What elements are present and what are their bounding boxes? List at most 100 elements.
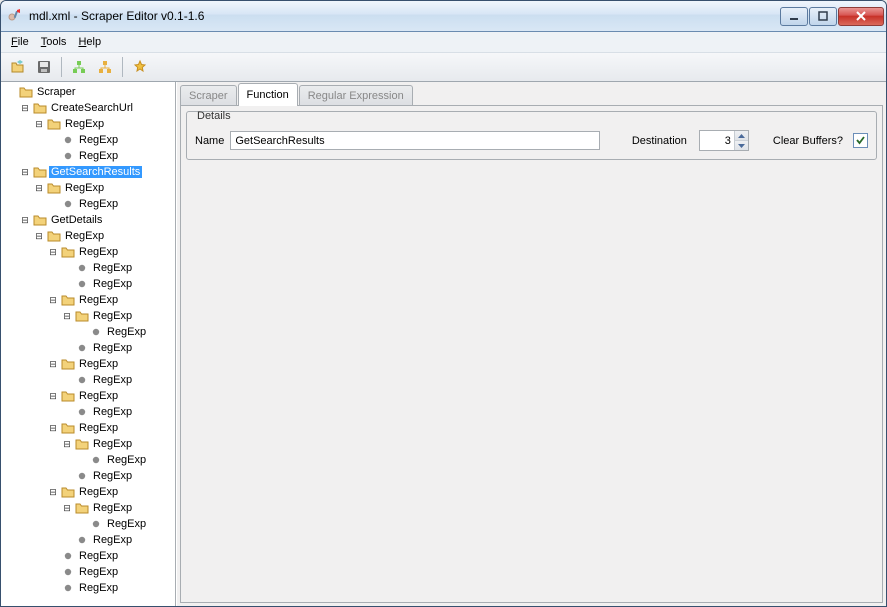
tree-item-regexp-leaf[interactable]: RegExp — [47, 548, 175, 564]
tree-item-regexp-leaf[interactable]: RegExp — [75, 452, 175, 468]
tree-panel[interactable]: Scraper⊟CreateSearchUrl⊟RegExpRegExpRegE… — [1, 82, 176, 606]
tree-expand-button[interactable] — [67, 55, 91, 79]
tree-item-regexp-leaf[interactable]: RegExp — [75, 516, 175, 532]
tree-item-regexp-leaf[interactable]: RegExp — [61, 468, 175, 484]
collapse-icon[interactable]: ⊟ — [47, 422, 59, 434]
tree-label: RegExp — [77, 294, 120, 306]
tree-item-regexp-leaf[interactable]: RegExp — [61, 340, 175, 356]
tree-item-regexp-leaf[interactable]: RegExp — [75, 324, 175, 340]
tree-item-regexp[interactable]: ⊟RegExp — [47, 356, 175, 372]
tree-label: RegExp — [77, 422, 120, 434]
menu-help[interactable]: Help — [72, 34, 107, 50]
tree-root[interactable]: Scraper — [5, 84, 175, 100]
tree-item-regexp-leaf[interactable]: RegExp — [47, 196, 175, 212]
folder-icon — [61, 485, 75, 499]
tree-item-regexp-leaf[interactable]: RegExp — [61, 404, 175, 420]
node-icon — [75, 261, 89, 275]
folder-icon — [47, 229, 61, 243]
collapse-icon[interactable]: ⊟ — [47, 294, 59, 306]
spinner-down[interactable] — [734, 141, 748, 150]
tab-scraper[interactable]: Scraper — [180, 85, 237, 106]
tree-item-regexp-leaf[interactable]: RegExp — [47, 132, 175, 148]
tree-label: RegExp — [77, 150, 120, 162]
tree-label: RegExp — [77, 198, 120, 210]
tree-item-regexp[interactable]: ⊟RegExp — [33, 180, 175, 196]
tree-item-regexp-leaf[interactable]: RegExp — [61, 276, 175, 292]
tree-label: Scraper — [35, 86, 78, 98]
node-icon — [61, 581, 75, 595]
tab-function[interactable]: Function — [238, 83, 298, 106]
toolbar-separator — [122, 57, 123, 77]
folder-icon — [75, 501, 89, 515]
tree-item-getsearchresults[interactable]: ⊟GetSearchResults — [19, 164, 175, 180]
tree-item-regexp[interactable]: ⊟ RegExp — [47, 244, 175, 260]
tree-label: RegExp — [77, 246, 120, 258]
tree-item-regexp[interactable]: ⊟RegExp — [61, 500, 175, 516]
close-button[interactable] — [838, 7, 884, 26]
tree-label: RegExp — [77, 486, 120, 498]
tree-item-createsearchurl[interactable]: ⊟CreateSearchUrl — [19, 100, 175, 116]
star-button[interactable] — [128, 55, 152, 79]
tab-regex[interactable]: Regular Expression — [299, 85, 413, 106]
tree-label: RegExp — [91, 534, 134, 546]
tab-page-function: Details Name Destination — [180, 105, 883, 603]
app-icon — [7, 8, 23, 24]
destination-value[interactable] — [700, 132, 734, 149]
tree-item-regexp-leaf[interactable]: RegExp — [61, 260, 175, 276]
menu-file[interactable]: File — [5, 34, 35, 50]
folder-icon — [47, 117, 61, 131]
minimize-button[interactable] — [780, 7, 808, 26]
maximize-button[interactable] — [809, 7, 837, 26]
save-button[interactable] — [32, 55, 56, 79]
tree-label: RegExp — [105, 326, 148, 338]
collapse-icon[interactable]: ⊟ — [47, 358, 59, 370]
collapse-icon[interactable]: ⊟ — [47, 390, 59, 402]
node-icon — [75, 341, 89, 355]
collapse-icon[interactable]: ⊟ — [19, 214, 31, 226]
tree-item-regexp-leaf[interactable]: RegExp — [47, 580, 175, 596]
menu-tools[interactable]: Tools — [35, 34, 73, 50]
tree-item-regexp[interactable]: ⊟ RegExp — [47, 292, 175, 308]
open-button[interactable] — [6, 55, 30, 79]
tree-collapse-button[interactable] — [93, 55, 117, 79]
collapse-icon[interactable]: ⊟ — [47, 486, 59, 498]
tree-item-regexp[interactable]: ⊟ RegExp — [47, 484, 175, 500]
collapse-icon[interactable]: ⊟ — [61, 310, 73, 322]
titlebar[interactable]: mdl.xml - Scraper Editor v0.1-1.6 — [1, 1, 886, 32]
collapse-icon[interactable]: ⊟ — [33, 230, 45, 242]
details-group: Details Name Destination — [186, 111, 877, 160]
collapse-icon[interactable]: ⊟ — [33, 118, 45, 130]
tree-item-getdetails[interactable]: ⊟GetDetails — [19, 212, 175, 228]
spinner-up[interactable] — [734, 131, 748, 141]
tree-item-regexp[interactable]: ⊟RegExp — [47, 388, 175, 404]
folder-icon — [33, 101, 47, 115]
collapse-icon[interactable]: ⊟ — [19, 102, 31, 114]
tree-item-regexp-leaf[interactable]: RegExp — [61, 372, 175, 388]
collapse-icon[interactable]: ⊟ — [61, 502, 73, 514]
collapse-icon[interactable]: ⊟ — [19, 166, 31, 178]
collapse-icon[interactable]: ⊟ — [33, 182, 45, 194]
tree-item-regexp-leaf[interactable]: RegExp — [47, 148, 175, 164]
tree-item-regexp-leaf[interactable]: RegExp — [47, 564, 175, 580]
destination-spinner[interactable] — [699, 130, 749, 151]
tree-item-regexp[interactable]: ⊟RegExp — [33, 228, 175, 244]
collapse-icon[interactable]: ⊟ — [61, 438, 73, 450]
node-icon — [75, 405, 89, 419]
collapse-icon[interactable]: ⊟ — [47, 246, 59, 258]
node-icon — [61, 133, 75, 147]
tree-item-regexp[interactable]: ⊟ RegExp — [47, 420, 175, 436]
window-title: mdl.xml - Scraper Editor v0.1-1.6 — [29, 9, 779, 23]
tree-label: RegExp — [91, 470, 134, 482]
tree-item-regexp[interactable]: ⊟RegExp — [61, 436, 175, 452]
clearbuffers-checkbox[interactable] — [853, 133, 868, 148]
tree-item-regexp[interactable]: ⊟ RegExp — [33, 116, 175, 132]
destination-label: Destination — [632, 135, 687, 147]
tree-item-regexp-leaf[interactable]: RegExp — [61, 532, 175, 548]
folder-icon — [61, 293, 75, 307]
main-area: Scraper⊟CreateSearchUrl⊟RegExpRegExpRegE… — [1, 82, 886, 606]
tree-item-regexp[interactable]: ⊟RegExp — [61, 308, 175, 324]
name-input[interactable] — [230, 131, 600, 150]
node-icon — [61, 197, 75, 211]
tree-label: RegExp — [63, 118, 106, 130]
folder-icon — [61, 389, 75, 403]
